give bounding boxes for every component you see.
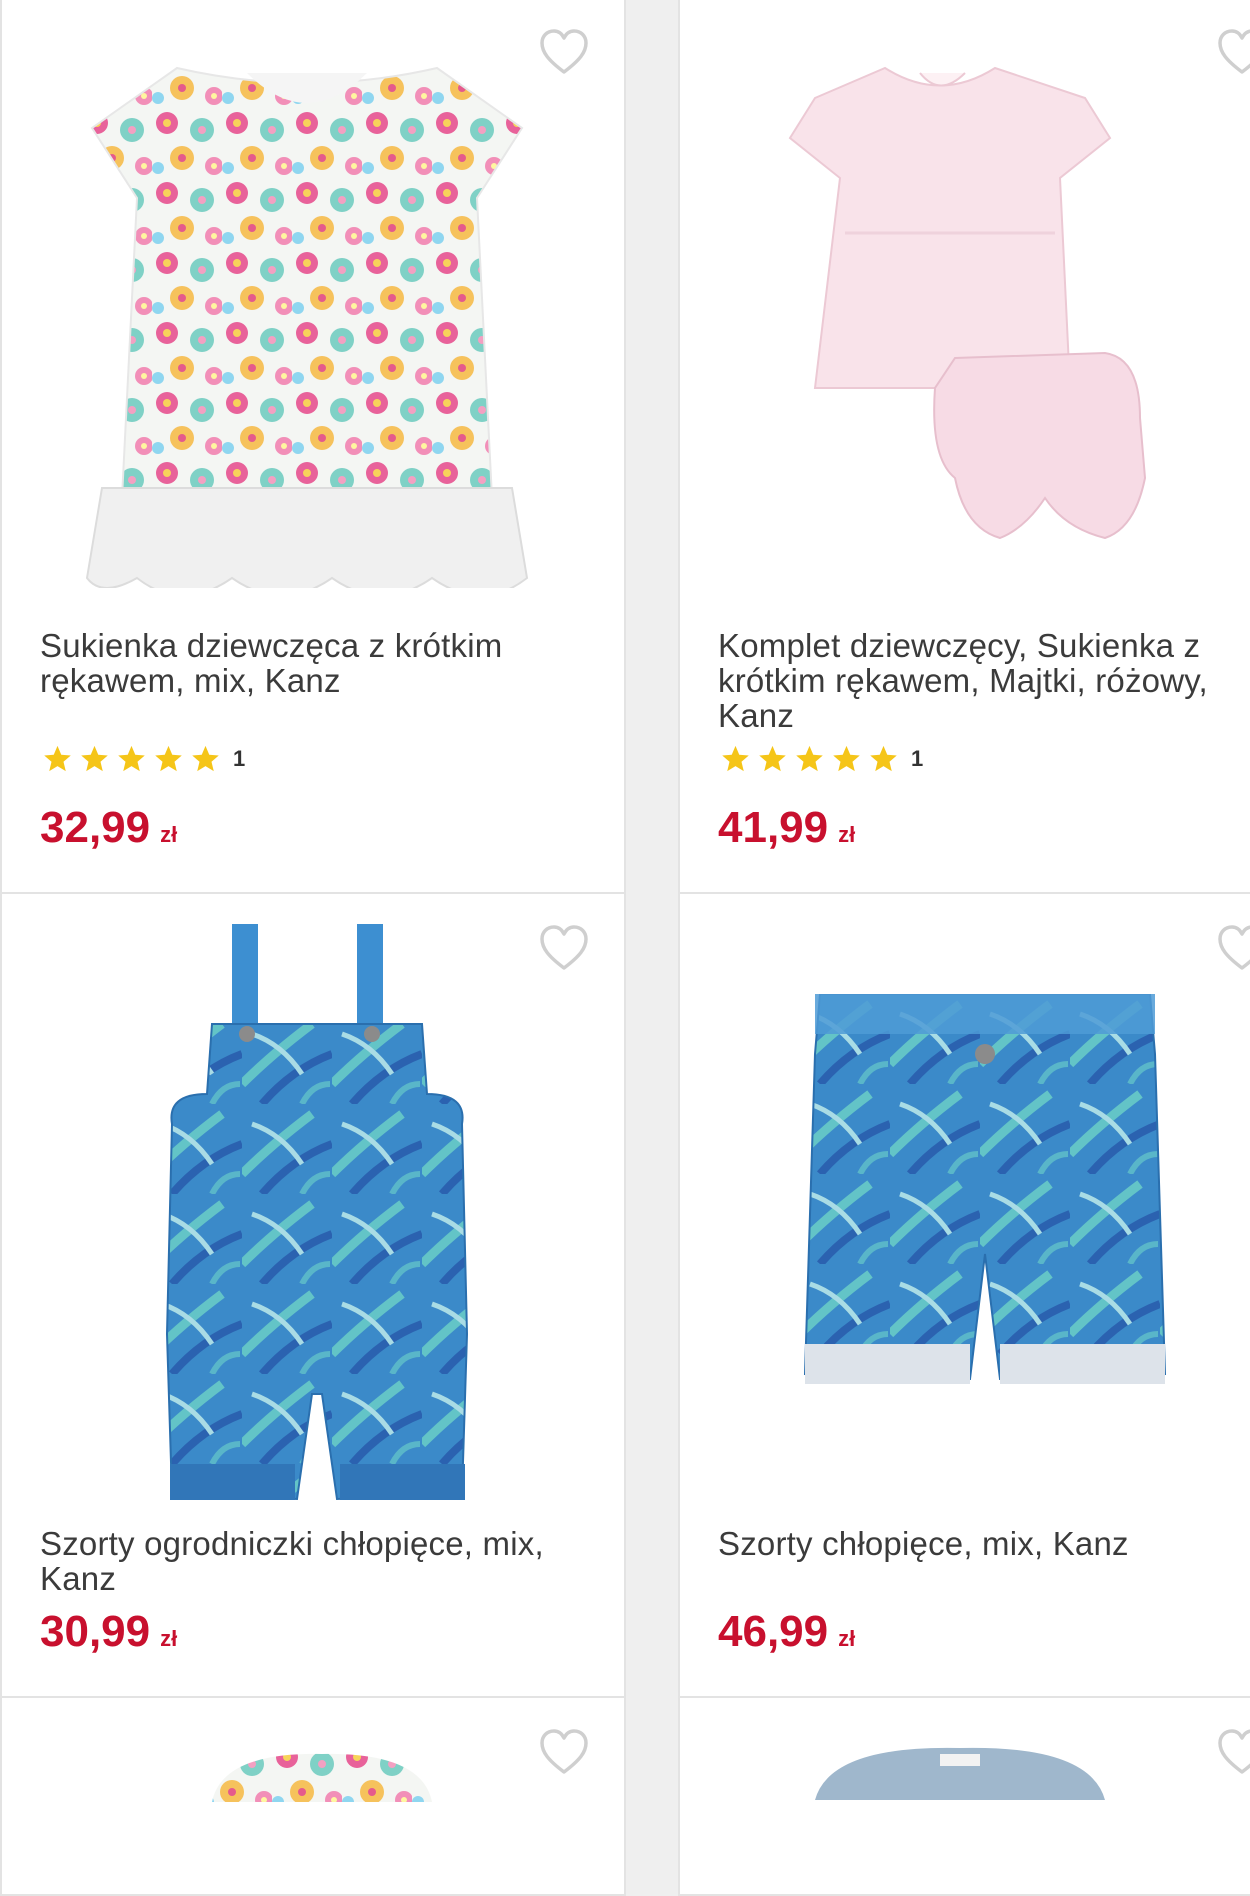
rating-count: 1 [233,746,246,771]
rating: 1 [720,744,923,774]
product-title[interactable]: Komplet dziewczęcy, Sukienka z krótkim r… [718,628,1238,733]
product-price: 41,99 zł [718,806,855,857]
rating-count: 1 [911,746,924,771]
heart-outline-icon[interactable] [1216,924,1250,972]
price-value: 30,99 [40,1607,151,1656]
boys-shorts-image[interactable] [800,994,1170,1424]
product-grid: Sukienka dziewczęca z krótkim rękawem, m… [0,0,1250,1896]
product-card[interactable]: Sukienka dziewczęca z krótkim rękawem, m… [0,0,626,894]
product-price: 46,99 zł [718,1610,855,1661]
product-card[interactable] [678,1696,1250,1896]
price-value: 41,99 [718,803,829,852]
heart-outline-icon[interactable] [538,1728,590,1776]
product-title[interactable]: Sukienka dziewczęca z krótkim rękawem, m… [40,628,600,698]
price-value: 46,99 [718,1607,829,1656]
star-icon [794,744,825,774]
heart-outline-icon[interactable] [1216,28,1250,76]
star-icon [42,744,73,774]
price-value: 32,99 [40,803,151,852]
product-card[interactable]: Komplet dziewczęcy, Sukienka z krótkim r… [678,0,1250,894]
star-icon [757,744,788,774]
heart-outline-icon[interactable] [1216,1728,1250,1776]
rating: 1 [42,744,245,774]
product-price: 32,99 zł [40,806,177,857]
star-icon [79,744,110,774]
dungaree-shorts-image[interactable] [152,924,482,1514]
product-card[interactable]: Szorty chłopięce, mix, Kanz 46,99 zł [678,892,1250,1700]
heart-outline-icon[interactable] [538,28,590,76]
star-icon [831,744,862,774]
star-icon [116,744,147,774]
pink-dress-set-image[interactable] [785,58,1175,558]
product-title[interactable]: Szorty chłopięce, mix, Kanz [718,1526,1250,1561]
currency: zł [838,822,856,847]
product-image-partial[interactable] [810,1740,1110,1800]
currency: zł [838,1626,856,1651]
heart-outline-icon[interactable] [538,924,590,972]
currency: zł [160,822,178,847]
star-icon [153,744,184,774]
star-icon [190,744,221,774]
product-card[interactable] [0,1696,626,1896]
currency: zł [160,1626,178,1651]
product-card[interactable]: Szorty ogrodniczki chłopięce, mix, Kanz … [0,892,626,1700]
product-price: 30,99 zł [40,1610,177,1661]
star-icon [720,744,751,774]
product-image-partial[interactable] [202,1742,442,1802]
floral-dress-image[interactable] [82,38,532,588]
star-icon [868,744,899,774]
product-title[interactable]: Szorty ogrodniczki chłopięce, mix, Kanz [40,1526,600,1596]
